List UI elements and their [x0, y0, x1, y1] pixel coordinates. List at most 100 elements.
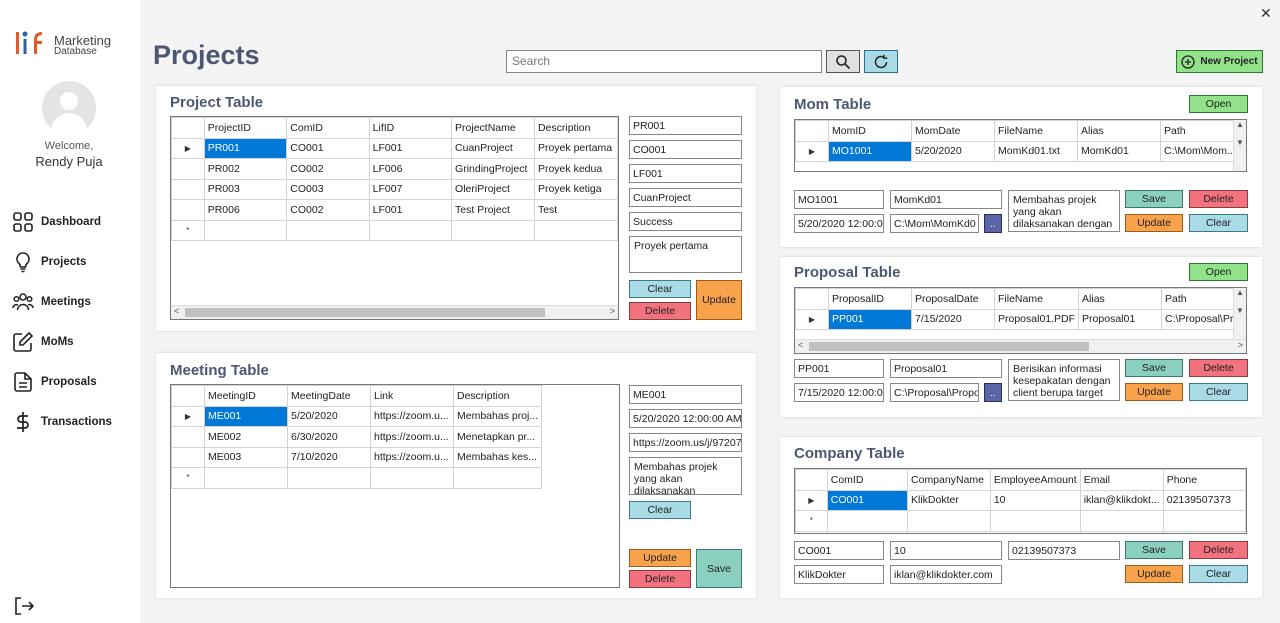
table-cell[interactable]: iklan@klikdokt... — [1079, 489, 1164, 511]
table-cell[interactable]: PR006 — [203, 199, 288, 221]
table-cell[interactable]: CO001 — [286, 137, 370, 159]
table-row[interactable]: ▶ PP001 7/15/2020 Proposal01.PDF Proposa… — [795, 308, 1246, 330]
column-header[interactable]: ProjectID — [203, 117, 288, 139]
column-header[interactable]: FileName — [994, 120, 1078, 142]
table-cell[interactable]: 5/20/2020 — [287, 405, 371, 427]
company-name-field[interactable]: KlikDokter — [794, 565, 884, 584]
update-button[interactable]: Update — [1125, 383, 1183, 401]
status-field[interactable]: Success — [629, 212, 742, 231]
table-cell[interactable] — [533, 219, 618, 241]
column-header[interactable]: Phone — [1162, 469, 1246, 491]
save-button[interactable]: Save — [1125, 359, 1183, 377]
table-row[interactable]: ▶ MO1001 5/20/2020 MomKd01.txt MomKd01 C… — [795, 140, 1244, 162]
column-header[interactable]: Description — [533, 117, 618, 139]
clear-button[interactable]: Clear — [629, 501, 691, 519]
company-id-field[interactable]: CO001 — [794, 541, 884, 560]
new-row[interactable]: * — [171, 219, 618, 241]
save-button[interactable]: Save — [1125, 541, 1183, 559]
scroll-left-icon[interactable]: < — [798, 340, 803, 350]
scroll-right-icon[interactable]: > — [610, 306, 615, 316]
column-header[interactable]: ComID — [826, 469, 909, 491]
table-cell[interactable]: PR003 — [203, 178, 288, 200]
table-cell[interactable]: https://zoom.u... — [370, 426, 454, 448]
table-cell[interactable] — [907, 510, 991, 532]
column-header[interactable]: LifID — [368, 117, 453, 139]
column-header[interactable]: Alias — [1078, 288, 1163, 310]
project-name-field[interactable]: CuanProject — [629, 188, 742, 207]
mom-date-field[interactable]: 5/20/2020 12:00:00 A — [794, 214, 884, 233]
nav-moms[interactable]: MoMs — [12, 330, 132, 354]
table-cell[interactable] — [826, 510, 909, 532]
table-cell[interactable]: CuanProject — [451, 137, 535, 159]
column-header[interactable]: CompanyName — [907, 469, 991, 491]
new-row[interactable]: * — [795, 510, 1246, 532]
close-icon[interactable]: ✕ — [1260, 5, 1272, 22]
table-cell[interactable]: PR001 — [203, 137, 288, 159]
table-cell[interactable]: ME001 — [204, 405, 288, 427]
table-cell[interactable]: Test — [533, 199, 618, 221]
meeting-grid[interactable]: MeetingID MeetingDate Link Description ▶… — [170, 384, 620, 588]
column-header[interactable]: Alias — [1077, 120, 1161, 142]
column-header[interactable]: MeetingDate — [287, 385, 371, 407]
table-cell[interactable]: 10 — [989, 489, 1081, 511]
column-header[interactable]: Email — [1079, 469, 1164, 491]
delete-button[interactable]: Delete — [629, 570, 691, 588]
employee-amount-field[interactable]: 10 — [890, 541, 1002, 560]
search-button[interactable] — [826, 50, 860, 73]
table-cell[interactable]: Proposal01.PDF — [993, 308, 1080, 330]
nav-transactions[interactable]: Transactions — [12, 410, 132, 434]
clear-button[interactable]: Clear — [629, 280, 691, 298]
vertical-scrollbar[interactable]: ▲ ▼ — [1233, 288, 1246, 340]
table-cell[interactable]: CO002 — [286, 158, 370, 180]
table-cell[interactable] — [203, 219, 288, 241]
horizontal-scrollbar[interactable]: < > — [171, 305, 618, 319]
nav-projects[interactable]: Projects — [12, 250, 132, 274]
table-cell[interactable] — [452, 467, 543, 489]
table-cell[interactable]: LF007 — [368, 178, 453, 200]
proposal-id-field[interactable]: PP001 — [794, 359, 884, 378]
delete-button[interactable]: Delete — [1189, 190, 1248, 208]
delete-button[interactable]: Delete — [1189, 541, 1248, 559]
lif-id-field[interactable]: LF001 — [629, 164, 742, 183]
table-row[interactable]: PR003 CO003 LF007 OleriProject Proyek ke… — [171, 178, 618, 200]
clear-button[interactable]: Clear — [1189, 565, 1248, 583]
table-cell[interactable]: 7/10/2020 — [287, 446, 371, 468]
table-cell[interactable] — [1162, 510, 1246, 532]
column-header[interactable]: ProposalDate — [911, 288, 995, 310]
table-cell[interactable]: 5/20/2020 — [911, 140, 995, 162]
table-cell[interactable]: 02139507373 — [1162, 489, 1246, 511]
column-header[interactable]: ComID — [286, 117, 370, 139]
meeting-description-field[interactable]: Membahas projek yang akan dilaksanakan — [629, 457, 742, 495]
table-cell[interactable]: 7/15/2020 — [911, 308, 995, 330]
table-cell[interactable]: LF006 — [368, 158, 453, 180]
column-header[interactable]: MomDate — [911, 120, 995, 142]
table-cell[interactable]: CO001 — [826, 489, 909, 511]
table-cell[interactable]: KlikDokter — [907, 489, 991, 511]
description-field[interactable]: Proyek pertama — [629, 236, 742, 273]
search-input[interactable]: Search — [506, 50, 822, 73]
table-row[interactable]: ME002 6/30/2020 https://zoom.u... Meneta… — [171, 426, 543, 448]
table-row[interactable]: ▶ PR001 CO001 LF001 CuanProject Proyek p… — [171, 137, 618, 159]
update-button[interactable]: Update — [629, 549, 691, 567]
table-cell[interactable]: Membahas proj... — [452, 405, 543, 427]
vertical-scrollbar[interactable]: ▲ ▼ — [1233, 120, 1246, 171]
proposal-grid[interactable]: ProposalID ProposalDate FileName Alias P… — [794, 287, 1247, 354]
table-cell[interactable] — [286, 219, 370, 241]
column-header[interactable]: Path — [1160, 120, 1244, 142]
table-cell[interactable]: C:\Mom\Mom... — [1160, 140, 1244, 162]
proposal-alias-field[interactable]: Proposal01 — [890, 359, 1002, 378]
table-cell[interactable] — [989, 510, 1081, 532]
table-cell[interactable]: LF001 — [368, 137, 453, 159]
save-button[interactable]: Save — [696, 549, 742, 588]
table-row[interactable]: PR006 CO002 LF001 Test Project Test — [171, 199, 618, 221]
table-cell[interactable]: CO002 — [286, 199, 370, 221]
mom-grid[interactable]: MomID MomDate FileName Alias Path ▶ MO10… — [794, 119, 1247, 172]
column-header[interactable]: ProjectName — [451, 117, 535, 139]
table-row[interactable]: ME003 7/10/2020 https://zoom.u... Membah… — [171, 446, 543, 468]
table-cell[interactable]: LF001 — [368, 199, 453, 221]
table-cell[interactable]: 6/30/2020 — [287, 426, 371, 448]
meeting-date-field[interactable]: 5/20/2020 12:00:00 AM — [629, 409, 742, 428]
column-header[interactable]: MeetingID — [204, 385, 288, 407]
table-cell[interactable]: PP001 — [828, 308, 912, 330]
column-header[interactable]: EmployeeAmount — [989, 469, 1081, 491]
